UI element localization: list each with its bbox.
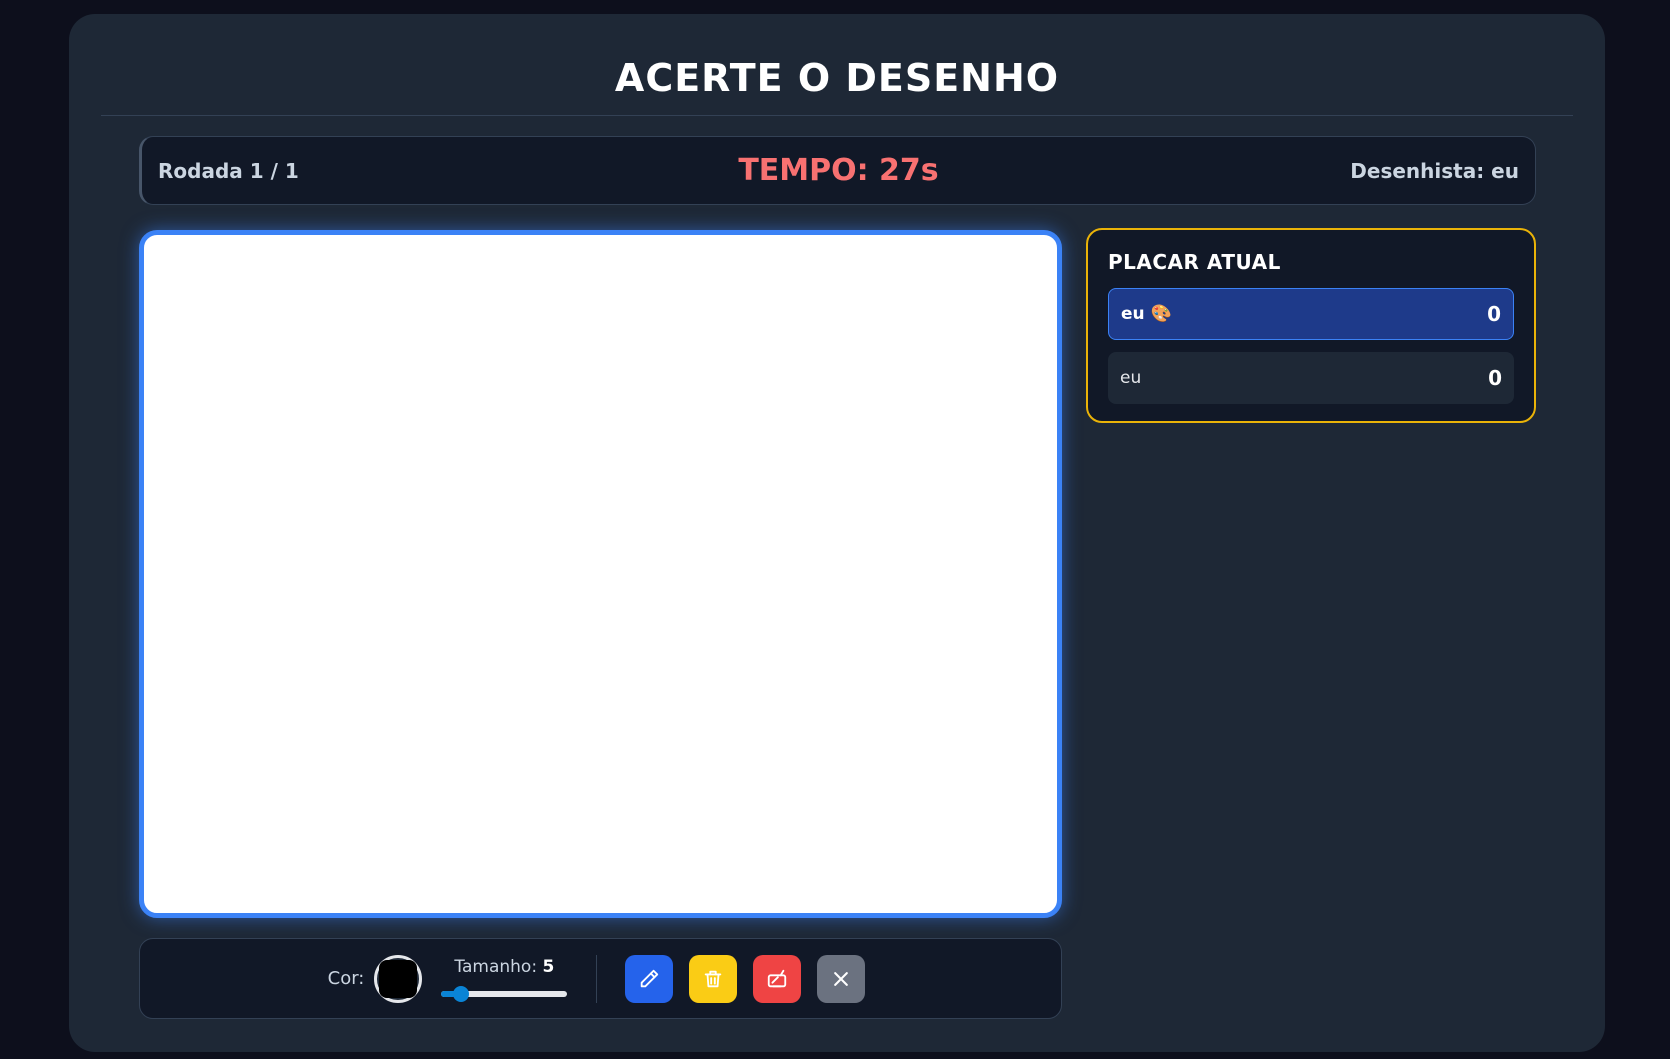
- size-label: Tamanho: 5: [454, 957, 554, 977]
- player-name: eu 🎨: [1121, 304, 1172, 324]
- drawing-toolbar: Cor: Tamanho: 5: [139, 938, 1062, 1019]
- player-name: eu: [1120, 368, 1142, 388]
- close-icon: [834, 971, 849, 986]
- game-title: ACERTE O DESENHO: [101, 40, 1573, 116]
- toolbar-divider: [596, 954, 598, 1003]
- selected-color-swatch: [379, 959, 418, 998]
- player-score: 0: [1487, 302, 1501, 326]
- drawing-canvas-frame: [139, 230, 1062, 918]
- scoreboard-row: eu 🎨 0: [1108, 288, 1514, 340]
- eraser-button[interactable]: [753, 954, 802, 1003]
- color-label: Cor:: [327, 968, 365, 989]
- pencil-icon: [641, 969, 659, 987]
- clear-button[interactable]: [689, 954, 738, 1003]
- round-indicator: Rodada 1 / 1: [158, 158, 299, 183]
- status-bar: Rodada 1 / 1 TEMPO: 27s Desenhista: eu: [139, 136, 1536, 205]
- scoreboard-panel: PLACAR ATUAL eu 🎨 0 eu 0: [1086, 228, 1536, 423]
- color-picker[interactable]: [374, 954, 423, 1003]
- slider-thumb[interactable]: [452, 985, 469, 1002]
- player-score: 0: [1488, 366, 1502, 390]
- timer: TEMPO: 27s: [738, 153, 939, 188]
- close-button[interactable]: [817, 954, 866, 1003]
- scoreboard-row: eu 0: [1108, 352, 1514, 404]
- brush-size-slider[interactable]: [441, 985, 568, 1002]
- game-container: ACERTE O DESENHO Rodada 1 / 1 TEMPO: 27s…: [69, 14, 1605, 1052]
- drawing-canvas[interactable]: [144, 235, 1057, 913]
- scoreboard-title: PLACAR ATUAL: [1108, 250, 1281, 274]
- eraser-icon: [768, 969, 787, 987]
- trash-icon: [705, 970, 722, 987]
- drawer-indicator: Desenhista: eu: [1350, 158, 1519, 183]
- size-label-text: Tamanho:: [454, 956, 538, 977]
- size-value: 5: [542, 956, 555, 977]
- brush-size-control: Tamanho: 5: [440, 957, 568, 1002]
- pencil-button[interactable]: [625, 954, 674, 1003]
